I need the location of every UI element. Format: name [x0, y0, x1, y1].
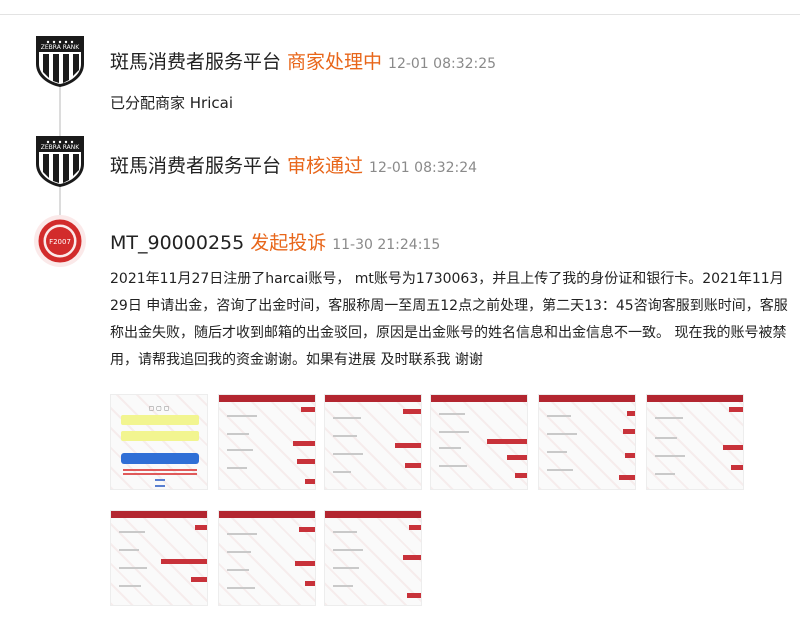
sender-name: MT_90000255: [110, 232, 245, 254]
zebra-rank-shield-icon: ZEBRA RANK: [33, 134, 87, 188]
timeline-entry-header: MT_90000255 发起投诉 11-30 21:24:15: [110, 228, 440, 255]
status-label: 审核通过: [287, 155, 364, 177]
timestamp: 12-01 08:32:24: [369, 160, 478, 176]
attachment-thumbnail[interactable]: [324, 510, 422, 606]
status-label: 发起投诉: [250, 232, 327, 254]
attachment-thumbnail[interactable]: [646, 394, 744, 490]
attachment-thumbnail[interactable]: [110, 510, 208, 606]
attachment-thumbnail[interactable]: [538, 394, 636, 490]
top-divider: [0, 14, 800, 15]
attachment-thumbnail[interactable]: ▢ ▢ ▢: [110, 394, 208, 490]
red-circle-avatar-icon: F2007: [33, 214, 87, 268]
complaint-text: 2021年11月27日注册了harcai账号， mt账号为1730063，并且上…: [110, 271, 788, 368]
attachment-thumbnail[interactable]: [218, 394, 316, 490]
sender-name: 斑馬消费者服务平台: [110, 51, 282, 73]
attachment-thumbnail[interactable]: [430, 394, 528, 490]
avatar-logo-text: ZEBRA RANK: [41, 144, 80, 151]
avatar-logo-text: ZEBRA RANK: [41, 44, 80, 51]
status-label: 商家处理中: [287, 51, 383, 73]
entry-message: 已分配商家 Hricai: [110, 94, 233, 112]
zebra-rank-shield-icon: ZEBRA RANK: [33, 34, 87, 88]
attachment-thumbnail[interactable]: [324, 394, 422, 490]
avatar-logo-text: F2007: [49, 238, 71, 246]
attachment-thumbnail[interactable]: [218, 510, 316, 606]
timestamp: 11-30 21:24:15: [332, 237, 441, 253]
timeline-connector: [59, 186, 61, 216]
timeline-entry-header: 斑馬消费者服务平台 商家处理中 12-01 08:32:25: [110, 47, 496, 74]
timeline-entry-header: 斑馬消费者服务平台 审核通过 12-01 08:32:24: [110, 151, 477, 178]
timestamp: 12-01 08:32:25: [388, 56, 497, 72]
sender-name: 斑馬消费者服务平台: [110, 155, 282, 177]
